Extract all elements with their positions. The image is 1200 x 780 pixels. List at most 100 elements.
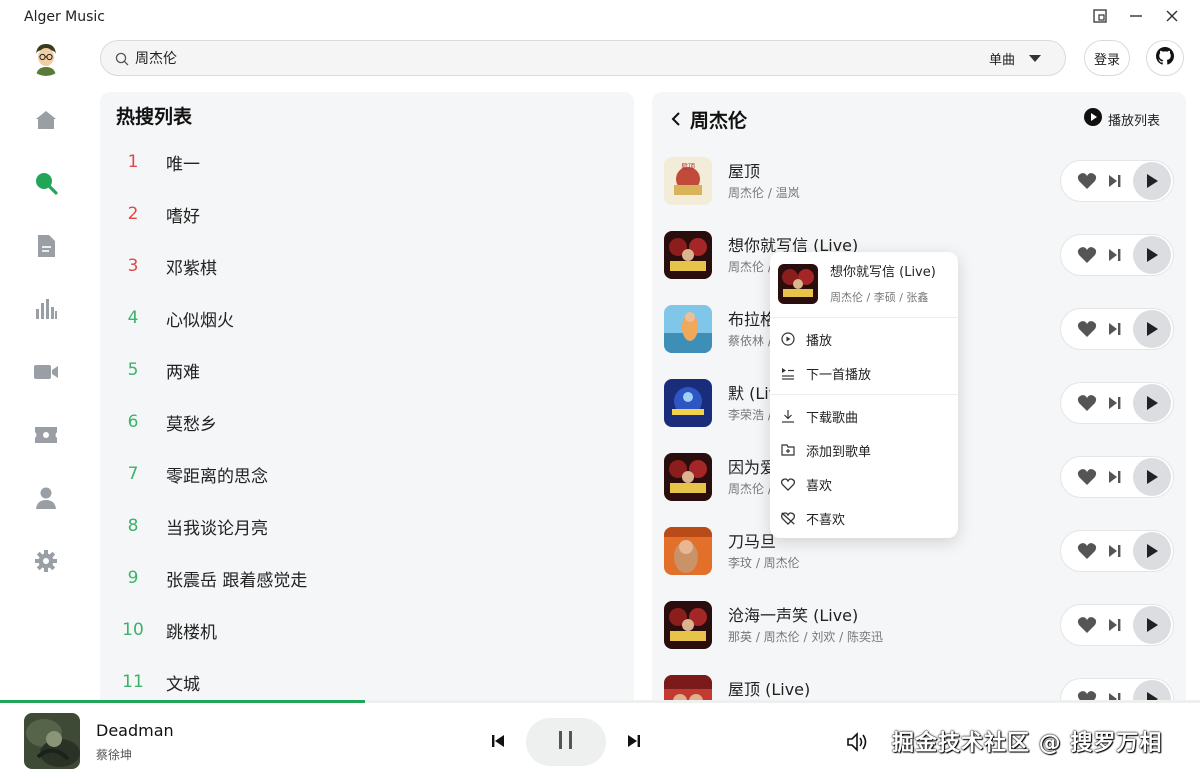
hot-search-item[interactable]: 6 莫愁乡 — [100, 396, 634, 448]
album-cover — [664, 453, 712, 501]
play-next-icon[interactable] — [1105, 319, 1125, 339]
avatar[interactable] — [28, 40, 64, 76]
hot-search-item[interactable]: 1 唯一 — [100, 136, 634, 188]
hot-keyword: 张震岳 跟着感觉走 — [166, 570, 308, 591]
hot-rank: 2 — [127, 204, 139, 224]
play-button[interactable] — [1133, 236, 1171, 274]
github-button[interactable] — [1146, 40, 1184, 76]
player-bar: Deadman 蔡徐坤 掘金技术社区 @ 搜罗万相 — [0, 703, 1200, 780]
play-button[interactable] — [1133, 532, 1171, 570]
playlist-button[interactable]: 播放列表 — [1083, 108, 1160, 130]
hot-search-panel: 热搜列表 1 唯一 2 嗜好 3 邓紫棋 4 心似烟火 5 两难 6 莫愁乡 7 零距离的思念… — [100, 92, 634, 712]
play-next-icon[interactable] — [1105, 245, 1125, 265]
chevron-left-icon — [670, 109, 682, 131]
chevron-down-icon — [1029, 54, 1041, 62]
play-button[interactable] — [1133, 384, 1171, 422]
nav-settings[interactable] — [24, 541, 68, 585]
now-playing-artist: 蔡徐坤 — [96, 748, 133, 762]
hot-search-item[interactable]: 5 两难 — [100, 344, 634, 396]
album-cover — [664, 305, 712, 353]
song-context-menu: 想你就写信 (Live) 周杰伦 / 李硕 / 张鑫 播放 下一首播放 下载歌曲… — [770, 252, 958, 538]
hot-search-item[interactable]: 7 零距离的思念 — [100, 448, 634, 500]
play-button[interactable] — [1133, 606, 1171, 644]
play-circle-icon — [1083, 108, 1102, 130]
song-artist: 那英 / 周杰伦 / 刘欢 / 陈奕迅 — [728, 630, 884, 644]
hot-search-item[interactable]: 2 嗜好 — [100, 188, 634, 240]
play-next-icon[interactable] — [1105, 467, 1125, 487]
search-input[interactable] — [135, 50, 989, 66]
nav-search[interactable] — [24, 163, 68, 207]
menu-item-dislike[interactable]: 不喜欢 — [770, 501, 958, 535]
nav-ticket[interactable] — [24, 415, 68, 459]
play-button[interactable] — [1133, 310, 1171, 348]
document-icon — [35, 234, 57, 262]
hot-rank: 9 — [127, 568, 139, 588]
search-icon — [115, 51, 129, 66]
login-button[interactable]: 登录 — [1084, 40, 1130, 76]
menu-item-play-next[interactable]: 下一首播放 — [770, 356, 958, 390]
heart-icon[interactable] — [1075, 613, 1099, 637]
nav-user[interactable] — [24, 478, 68, 522]
play-button[interactable] — [1133, 458, 1171, 496]
nav-home[interactable] — [24, 100, 68, 144]
hot-search-item[interactable]: 4 心似烟火 — [100, 292, 634, 344]
menu-item-label: 播放 — [806, 333, 833, 349]
nav-chart[interactable] — [24, 289, 68, 333]
search-type-select[interactable]: 单曲 — [989, 49, 1041, 68]
hot-search-item[interactable]: 8 当我谈论月亮 — [100, 500, 634, 552]
search-bar[interactable]: 单曲 — [100, 40, 1066, 76]
playlist-label: 播放列表 — [1107, 113, 1160, 129]
volume-button[interactable] — [846, 731, 870, 753]
song-actions — [1060, 530, 1174, 572]
song-actions — [1060, 234, 1174, 276]
user-icon — [35, 486, 57, 514]
now-playing-cover[interactable] — [24, 713, 80, 769]
heart-icon[interactable] — [1075, 539, 1099, 563]
github-icon — [1156, 47, 1174, 69]
hot-keyword: 当我谈论月亮 — [166, 518, 268, 539]
heart-icon[interactable] — [1075, 243, 1099, 267]
menu-item-label: 下载歌曲 — [806, 410, 859, 426]
pause-button[interactable] — [526, 718, 606, 766]
heart-icon[interactable] — [1075, 169, 1099, 193]
volume-icon — [846, 732, 870, 757]
menu-divider — [770, 394, 958, 395]
hot-search-item[interactable]: 3 邓紫棋 — [100, 240, 634, 292]
minimize-icon[interactable] — [1128, 8, 1144, 24]
window-controls — [1092, 8, 1180, 24]
menu-item-play[interactable]: 播放 — [770, 322, 958, 356]
heart-icon[interactable] — [1075, 465, 1099, 489]
hot-search-list: 1 唯一 2 嗜好 3 邓紫棋 4 心似烟火 5 两难 6 莫愁乡 7 零距离的思念 8 当我谈… — [100, 136, 634, 708]
svg-text:屋顶: 屋顶 — [681, 163, 695, 171]
chart-icon — [34, 297, 58, 325]
album-cover — [664, 379, 712, 427]
play-next-icon[interactable] — [1105, 615, 1125, 635]
nav-video[interactable] — [24, 352, 68, 396]
hot-keyword: 零距离的思念 — [166, 466, 268, 487]
song-row[interactable]: 屋顶 屋顶 周杰伦 / 温岚 — [652, 144, 1186, 218]
hot-search-item[interactable]: 10 跳楼机 — [100, 604, 634, 656]
sidebar — [24, 100, 68, 604]
nav-document[interactable] — [24, 226, 68, 270]
close-icon[interactable] — [1164, 8, 1180, 24]
play-next-icon[interactable] — [1105, 171, 1125, 191]
heart-icon[interactable] — [1075, 317, 1099, 341]
next-track-button[interactable] — [624, 731, 644, 751]
back-button[interactable]: 周杰伦 — [670, 106, 747, 133]
song-actions — [1060, 308, 1174, 350]
play-next-icon — [780, 365, 796, 381]
previous-track-button[interactable] — [488, 731, 508, 751]
watermark-text: 掘金技术社区 @ 搜罗万相 — [892, 731, 1163, 756]
heart-icon[interactable] — [1075, 391, 1099, 415]
play-button[interactable] — [1133, 162, 1171, 200]
hot-search-item[interactable]: 9 张震岳 跟着感觉走 — [100, 552, 634, 604]
search-type-label: 单曲 — [988, 52, 1015, 68]
song-row[interactable]: 沧海一声笑 (Live) 那英 / 周杰伦 / 刘欢 / 陈奕迅 — [652, 588, 1186, 662]
menu-item-add-to-playlist[interactable]: 添加到歌单 — [770, 433, 958, 467]
restore-icon[interactable] — [1092, 8, 1108, 24]
play-next-icon[interactable] — [1105, 393, 1125, 413]
menu-item-download[interactable]: 下载歌曲 — [770, 399, 958, 433]
hot-rank: 1 — [127, 152, 139, 172]
menu-item-like[interactable]: 喜欢 — [770, 467, 958, 501]
play-next-icon[interactable] — [1105, 541, 1125, 561]
